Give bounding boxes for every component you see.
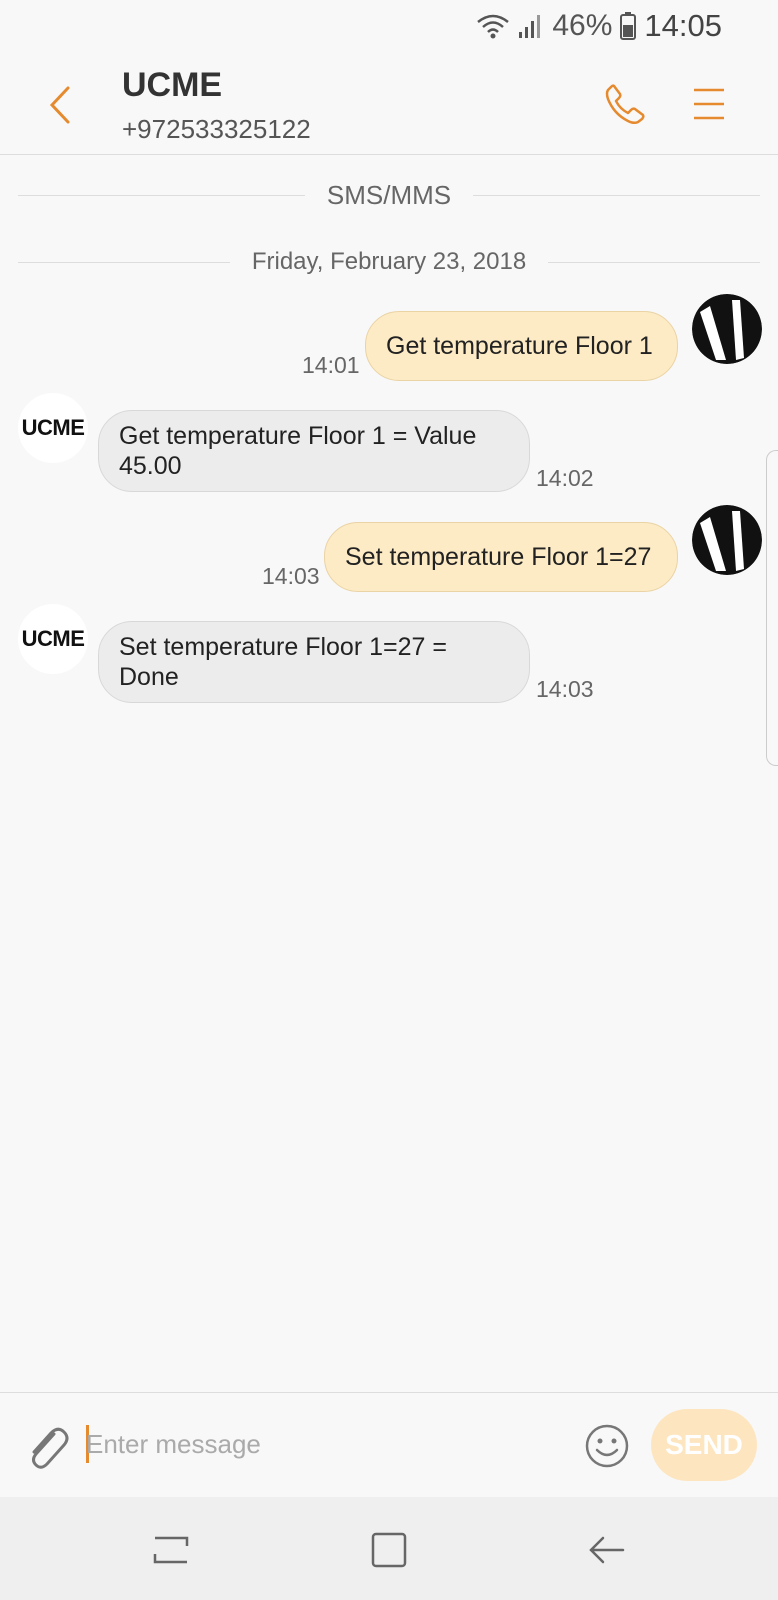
sender-avatar[interactable]: UCME <box>18 393 88 463</box>
recent-apps-button[interactable] <box>146 1527 196 1573</box>
side-panel-handle[interactable] <box>766 450 778 766</box>
back-arrow-icon <box>589 1536 625 1564</box>
message-time: 14:02 <box>536 465 594 491</box>
message-bubble[interactable]: Get temperature Floor 1 <box>365 311 678 381</box>
status-bar: 46% 14:05 <box>0 0 778 52</box>
channel-label: SMS/MMS <box>326 180 452 210</box>
date-label: Friday, February 23, 2018 <box>251 248 527 275</box>
message-bubble[interactable]: Get temperature Floor 1 = Value 45.00 <box>98 410 530 492</box>
message-text: Set temperature Floor 1=27 = Done <box>119 633 447 691</box>
message-bubble[interactable]: Set temperature Floor 1=27 = Done <box>98 621 530 703</box>
message-time: 14:01 <box>302 352 360 378</box>
send-button[interactable]: SEND <box>651 1409 757 1481</box>
menu-button[interactable] <box>687 79 731 129</box>
contact-name: UCME <box>122 66 223 104</box>
sender-avatar[interactable]: UCME <box>18 604 88 674</box>
message-text: Set temperature Floor 1=27 <box>345 543 652 571</box>
conversation-header: UCME +972533325122 <box>0 52 778 155</box>
message-bubble[interactable]: Set temperature Floor 1=27 <box>324 522 678 592</box>
back-nav-button[interactable] <box>582 1527 632 1573</box>
smiley-icon <box>585 1424 629 1468</box>
my-avatar[interactable] <box>692 505 762 575</box>
home-icon <box>371 1532 407 1568</box>
attach-button[interactable] <box>22 1419 72 1475</box>
message-text: Get temperature Floor 1 = Value 45.00 <box>119 422 477 480</box>
back-icon <box>49 86 70 124</box>
message-text: Get temperature Floor 1 <box>386 332 653 360</box>
date-divider: Friday, February 23, 2018 <box>18 248 761 276</box>
channel-divider: SMS/MMS <box>18 180 761 211</box>
wifi-icon <box>476 12 510 40</box>
battery-icon <box>620 12 637 40</box>
emoji-button[interactable] <box>584 1423 630 1469</box>
menu-icon <box>694 88 724 120</box>
phone-icon <box>605 84 645 125</box>
my-avatar[interactable] <box>692 294 762 364</box>
message-time: 14:03 <box>536 676 594 702</box>
home-button[interactable] <box>364 1527 414 1573</box>
back-button[interactable] <box>40 80 80 130</box>
status-time: 14:05 <box>644 8 722 43</box>
message-composer: SEND <box>0 1392 778 1497</box>
message-input[interactable] <box>86 1419 556 1469</box>
recent-apps-icon <box>153 1536 189 1564</box>
status-icons: 46% 14:05 <box>476 8 722 44</box>
paperclip-icon <box>32 1427 69 1469</box>
message-time: 14:03 <box>262 563 320 589</box>
contact-number: +972533325122 <box>122 114 311 144</box>
signal-icon <box>518 12 544 40</box>
battery-percent: 46% <box>552 9 613 42</box>
navigation-bar <box>0 1497 778 1600</box>
call-button[interactable] <box>600 79 650 129</box>
